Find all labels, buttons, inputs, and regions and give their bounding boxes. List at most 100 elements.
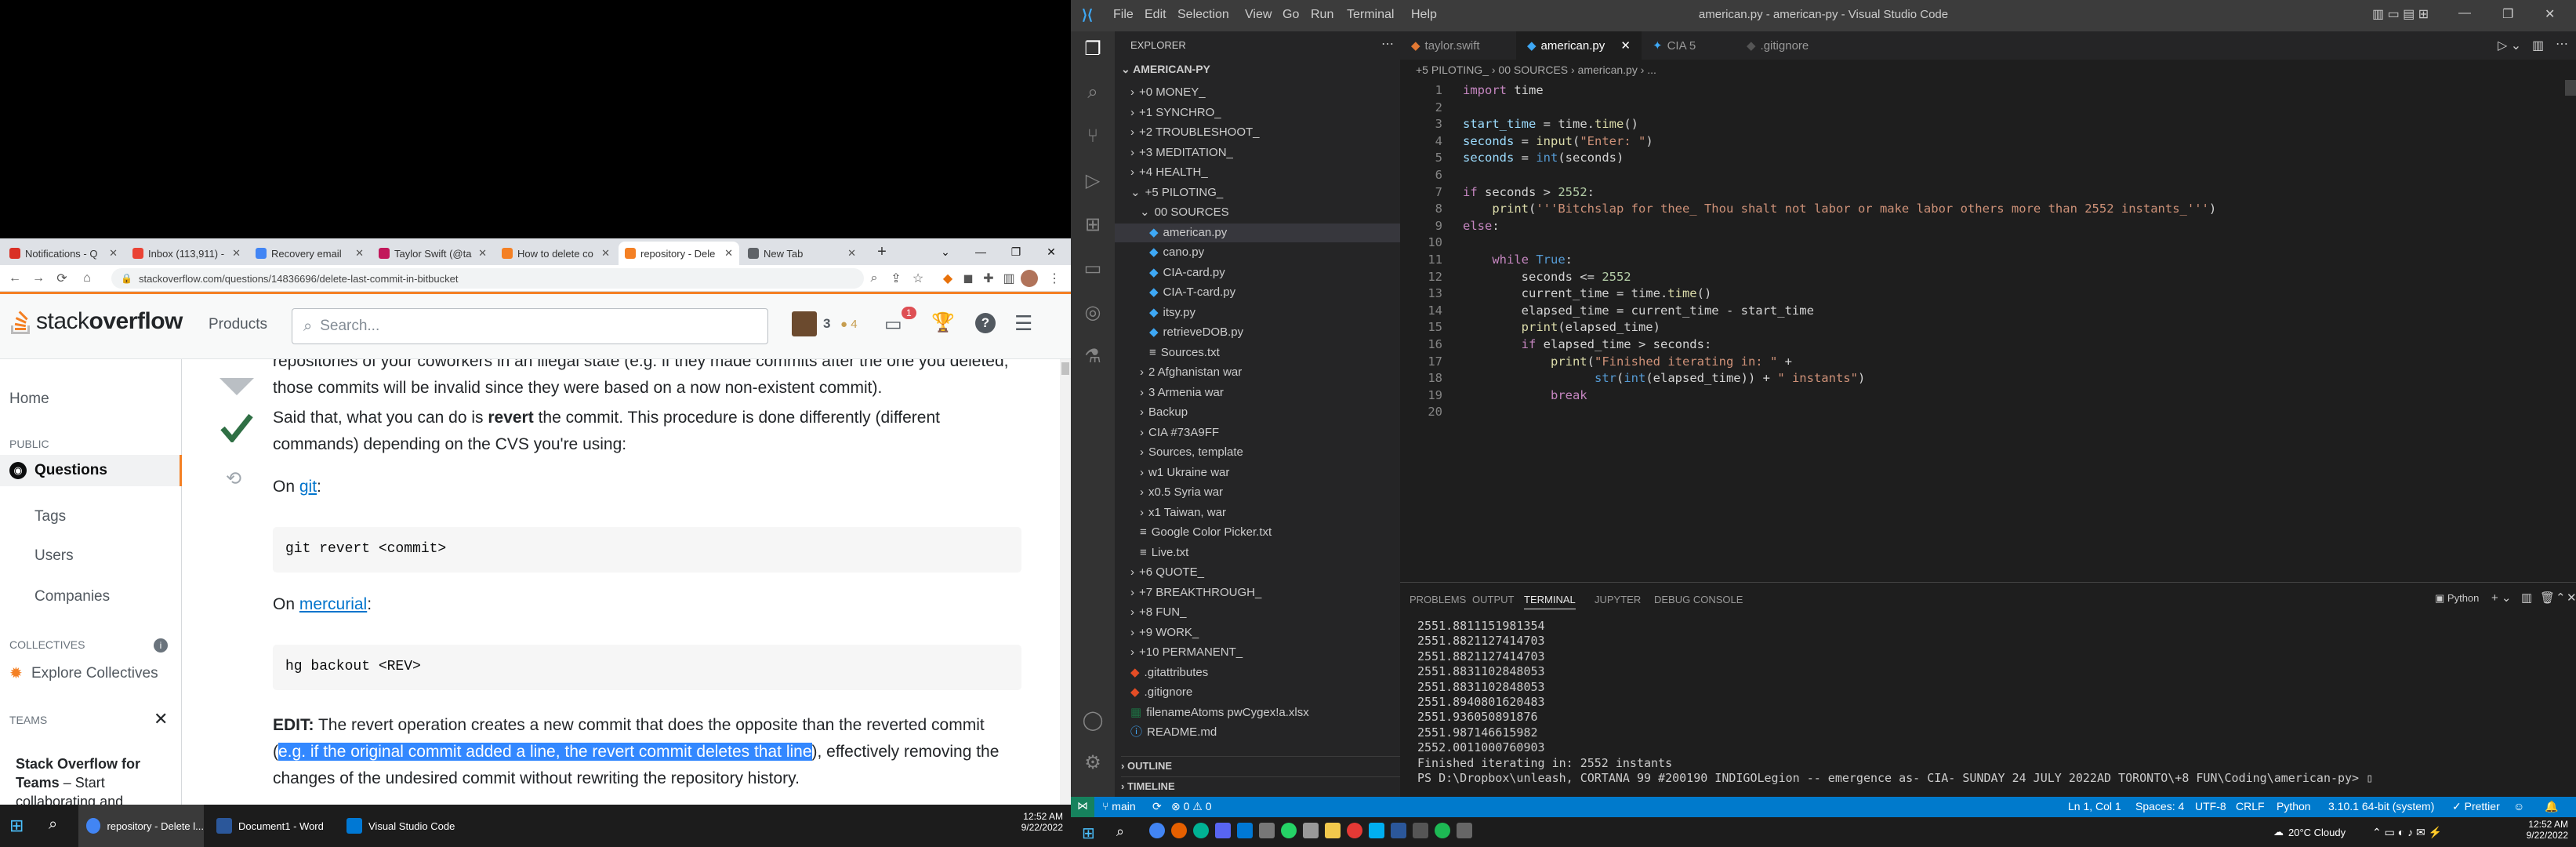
tree-folder[interactable]: › +2 TROUBLESHOOT_ <box>1115 123 1400 142</box>
tree-folder[interactable]: › +0 MONEY_ <box>1115 83 1400 102</box>
tab-search-button[interactable]: ⌄ <box>927 238 963 265</box>
workspace-root[interactable]: ⌄ AMERICAN-PY <box>1121 63 1210 76</box>
run-file-icon[interactable]: ▷ ⌄ <box>2498 38 2521 53</box>
browser-tab[interactable]: Recovery email ✕ <box>249 242 370 265</box>
code-line[interactable]: seconds <= 2552 <box>1463 270 1631 284</box>
tree-folder[interactable]: › +9 WORK_ <box>1115 623 1400 642</box>
spotify-icon[interactable] <box>1435 823 1450 838</box>
tree-file[interactable]: ≡ Google Color Picker.txt <box>1115 523 1400 542</box>
system-tray-icons[interactable]: ⌃ ▭ ◐ ♪ ✉ ⚡ <box>2372 826 2442 839</box>
jupyter-icon[interactable]: ◎ <box>1079 298 1107 326</box>
testing-flask-icon[interactable]: ⚗ <box>1079 342 1107 370</box>
browser-menu-icon[interactable]: ⋮ <box>1044 268 1065 289</box>
code-line[interactable]: str(int(elapsed_time)) + " instants") <box>1463 371 1865 385</box>
python-interpreter[interactable]: 3.10.1 64-bit (system) <box>2328 800 2434 812</box>
nav-home[interactable]: Home <box>9 391 49 408</box>
browser-tab[interactable]: Notifications - Q ✕ <box>3 242 124 265</box>
editor-tab-cia[interactable]: ✦ CIA 5 <box>1642 31 1736 60</box>
opera-icon[interactable] <box>1347 823 1362 838</box>
editor-tab-gitignore[interactable]: ◆ .gitignore <box>1736 31 1845 60</box>
minimap-slider[interactable] <box>2565 80 2576 96</box>
prettier-status[interactable]: ✓ Prettier <box>2452 800 2500 813</box>
close-tab-icon[interactable]: ✕ <box>109 247 118 260</box>
outline-section[interactable]: › OUTLINE <box>1121 756 1400 772</box>
tree-file[interactable]: ≡ Live.txt <box>1115 543 1400 562</box>
nav-companies[interactable]: Companies <box>34 588 110 605</box>
browser-tab[interactable]: Inbox (113,911) - ✕ <box>126 242 247 265</box>
tree-file[interactable]: ◆ cano.py <box>1115 243 1400 262</box>
bookmark-star-icon[interactable]: ☆ <box>908 268 928 289</box>
history-icon[interactable]: ⟲ <box>226 467 241 490</box>
app-icon-2[interactable] <box>1303 823 1319 838</box>
clock-left[interactable]: 12:52 AM 9/22/2022 <box>1016 811 1063 833</box>
side-panel-icon[interactable]: ▥ <box>999 268 1019 289</box>
code-line[interactable]: elapsed_time = current_time - start_time <box>1463 304 1814 318</box>
accounts-icon[interactable]: ◯ <box>1079 706 1107 734</box>
git-branch[interactable]: ⑂ main <box>1102 800 1136 812</box>
extension-fox-icon[interactable]: ◆ <box>938 268 958 289</box>
tree-folder[interactable]: ⌄ +5 PILOTING_ <box>1115 184 1400 202</box>
close-window-button[interactable]: ✕ <box>1033 238 1069 265</box>
extensions-puzzle-icon[interactable]: ✚ <box>978 268 999 289</box>
profile-avatar[interactable] <box>1021 270 1038 287</box>
tree-folder[interactable]: › Backup <box>1115 403 1400 422</box>
tree-file[interactable]: ◆ CIA-card.py <box>1115 264 1400 282</box>
close-panel-icon[interactable]: ✕ <box>2567 591 2576 605</box>
split-editor-icon[interactable]: ▥ <box>2532 38 2544 53</box>
inbox-icon[interactable]: ▭ <box>884 313 902 336</box>
tree-folder[interactable]: › +7 BREAKTHROUGH_ <box>1115 583 1400 602</box>
reload-icon[interactable]: ⟳ <box>52 268 72 289</box>
close-tab-icon[interactable]: ✕ <box>355 247 364 260</box>
address-bar[interactable]: 🔒 stackoverflow.com/questions/14836696/d… <box>111 268 864 289</box>
browser-tab[interactable]: New Tab ✕ <box>742 242 862 265</box>
info-icon[interactable]: i <box>154 638 168 653</box>
timeline-section[interactable]: › TIMELINE <box>1121 776 1400 792</box>
windows-start-icon-right[interactable]: ⊞ <box>1082 823 1095 843</box>
nav-users[interactable]: Users <box>34 547 74 565</box>
code-line[interactable]: current_time = time.time() <box>1463 286 1712 300</box>
split-terminal-icon[interactable]: ▥ <box>2521 591 2532 605</box>
nav-questions-row[interactable]: ◉ Questions <box>0 455 182 486</box>
search-icon-right[interactable]: ⌕ <box>1116 823 1124 840</box>
file-explorer-icon[interactable] <box>1325 823 1341 838</box>
share-icon[interactable]: ⇪ <box>886 268 906 289</box>
terminal-shell-selector[interactable]: ▣ Python <box>2435 592 2479 605</box>
notifications-bell-icon[interactable]: 🔔 <box>2545 800 2558 813</box>
panel-tab-terminal[interactable]: TERMINAL <box>1524 594 1576 609</box>
minimize-button[interactable]: — <box>963 238 999 265</box>
tree-file[interactable]: ▦ filenameAtoms pwCygex!a.xlsx <box>1115 703 1400 722</box>
new-terminal-icon[interactable]: + ⌄ <box>2491 591 2512 605</box>
app-icon-4[interactable] <box>1457 823 1472 838</box>
app-icon[interactable] <box>1259 823 1275 838</box>
panel-tab-jupyter[interactable]: JUPYTER <box>1595 594 1641 605</box>
tree-file[interactable]: ◆ retrieveDOB.py <box>1115 323 1400 342</box>
panel-tab-problems[interactable]: PROBLEMS <box>1410 594 1466 605</box>
code-line[interactable]: print("Finished iterating in: " + <box>1463 354 1792 369</box>
panel-tab-output[interactable]: OUTPUT <box>1472 594 1514 605</box>
tree-folder[interactable]: › 2 Afghanistan war <box>1115 363 1400 382</box>
close-tab-icon[interactable]: ✕ <box>847 247 856 260</box>
firefox-icon[interactable] <box>1171 823 1187 838</box>
home-icon[interactable]: ⌂ <box>77 268 97 289</box>
problems-counter[interactable]: ⊗ 0 ⚠ 0 <box>1171 800 1212 813</box>
cursor-position[interactable]: Ln 1, Col 1 <box>2068 800 2121 812</box>
page-scrollbar[interactable] <box>1060 359 1071 805</box>
close-tab-icon[interactable]: ✕ <box>724 247 733 260</box>
tree-folder[interactable]: › 3 Armenia war <box>1115 384 1400 402</box>
vscode-minimize-button[interactable]: — <box>2458 6 2471 20</box>
close-tab-icon[interactable]: ✕ <box>478 247 487 260</box>
so-search-input[interactable]: ⌕ Search... <box>292 308 768 344</box>
taskbar-app-word[interactable]: Document1 - Word <box>209 805 334 847</box>
back-icon[interactable]: ← <box>5 268 25 289</box>
new-tab-button[interactable]: + <box>869 238 895 265</box>
remote-icon[interactable]: ⋈ <box>1071 797 1094 817</box>
tree-folder[interactable]: › CIA #73A9FF <box>1115 424 1400 442</box>
site-switcher-icon[interactable]: ☰ <box>1014 311 1032 336</box>
code-line[interactable]: print('''Bitchslap for thee_ Thou shalt … <box>1463 202 2216 216</box>
explorer-more-icon[interactable]: ⋯ <box>1381 36 1394 52</box>
editor-more-icon[interactable]: ⋯ <box>2556 36 2568 52</box>
tree-folder[interactable]: › +6 QUOTE_ <box>1115 563 1400 582</box>
vscode-pinned-icon[interactable] <box>1237 823 1253 838</box>
tree-folder[interactable]: › +10 PERMANENT_ <box>1115 643 1400 662</box>
tree-file[interactable]: ⓘ README.md <box>1115 723 1400 742</box>
